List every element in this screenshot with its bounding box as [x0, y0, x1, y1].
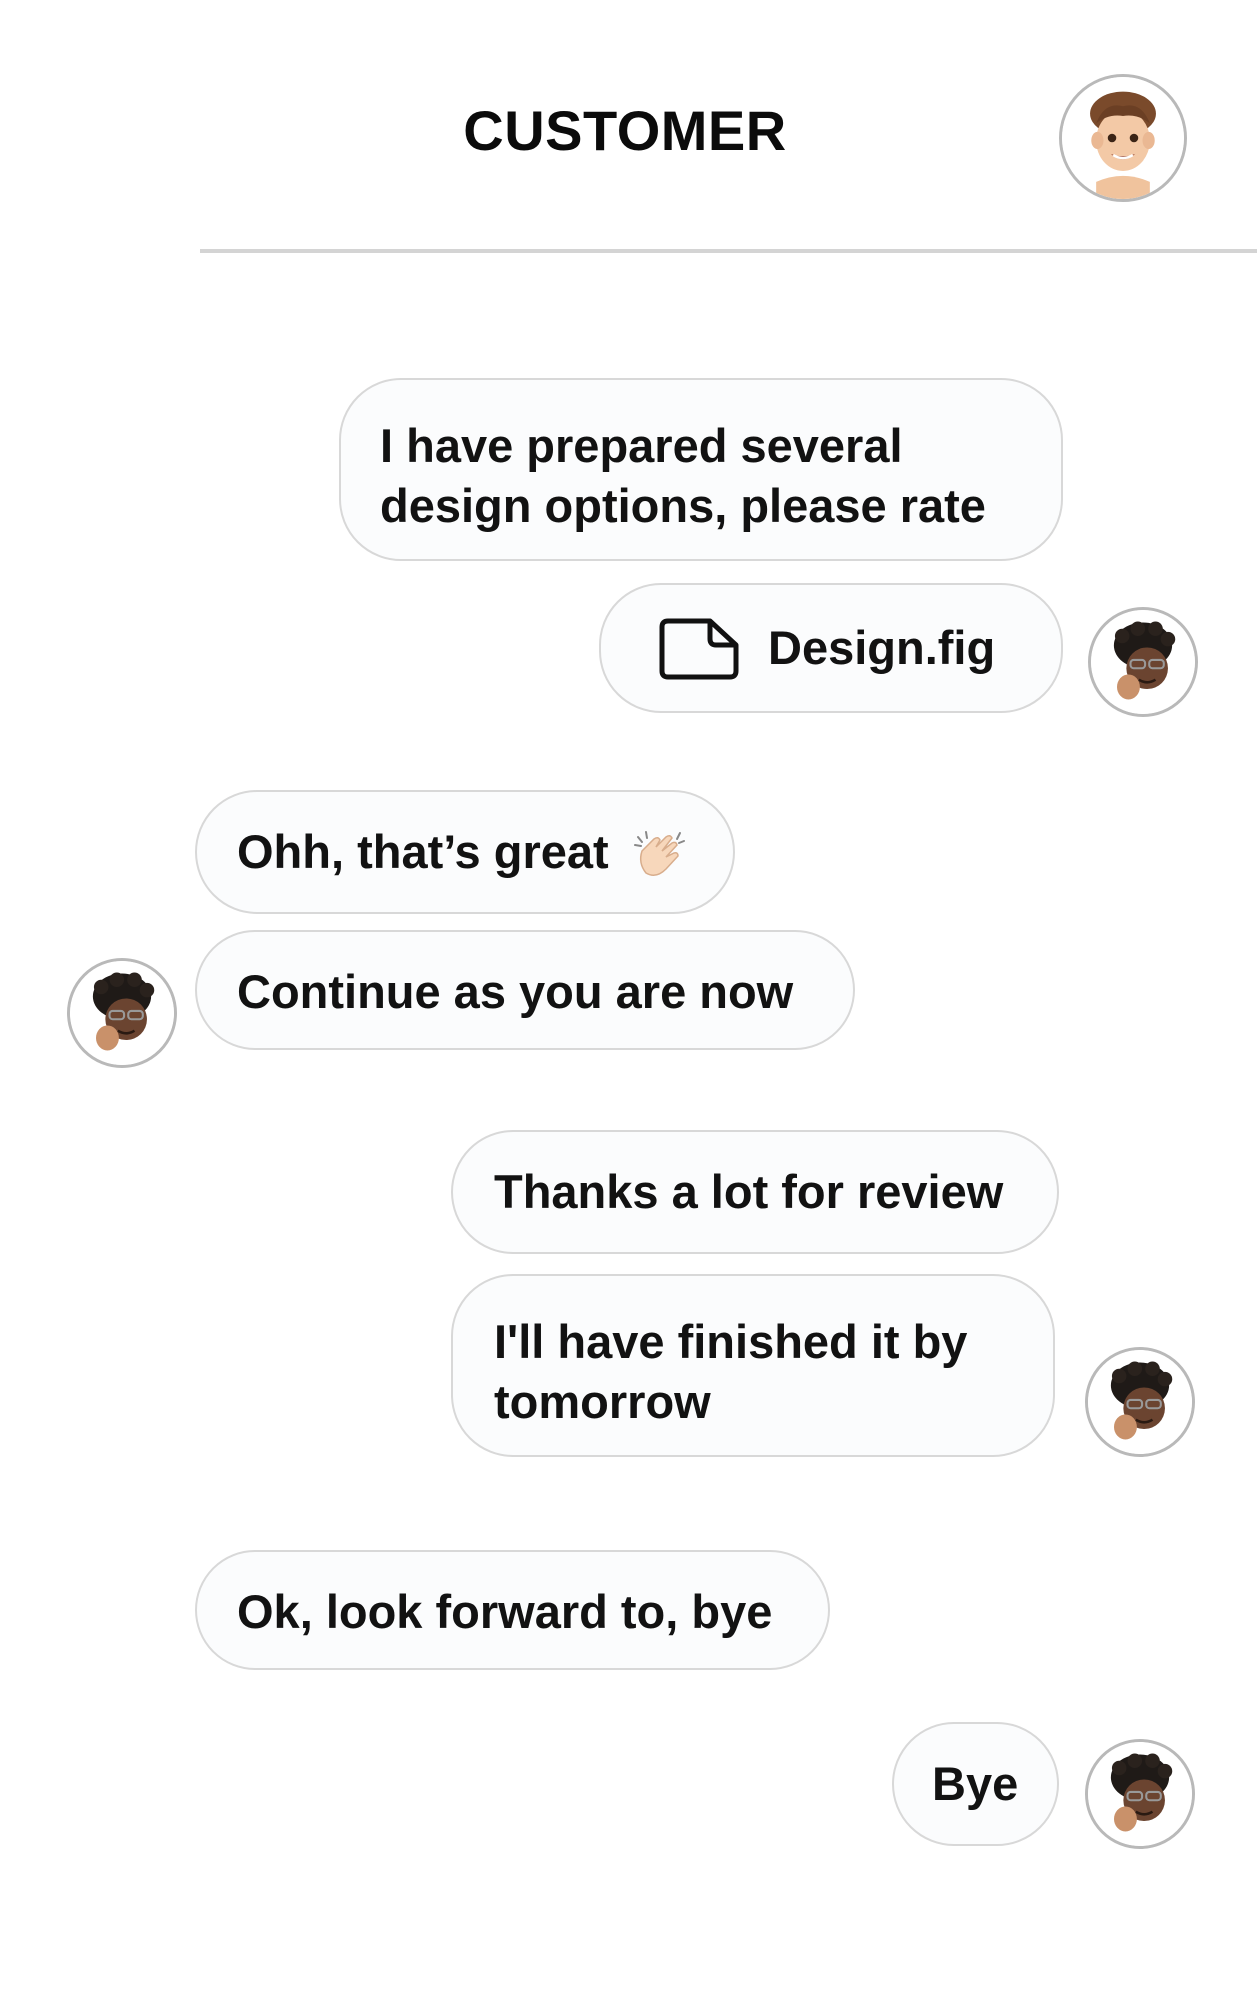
file-icon: [658, 615, 742, 681]
customer-chat-avatar[interactable]: [67, 958, 177, 1068]
designer-avatar[interactable]: [1088, 607, 1198, 717]
message-text: design options, please rate: [380, 479, 986, 532]
designer-avatar[interactable]: [1085, 1347, 1195, 1457]
message-bubble: Ohh, that’s great: [195, 790, 735, 914]
message-bubble: I'll have finished it by tomorrow: [451, 1274, 1055, 1457]
designer-avatar[interactable]: [1085, 1739, 1195, 1849]
message-bubble: Ok, look forward to, bye: [195, 1550, 830, 1670]
designer-memoji-icon: [1091, 610, 1195, 714]
message-text: I'll have finished it by: [494, 1315, 968, 1368]
message-text: Ohh, that’s great: [237, 825, 609, 878]
message-text: Continue as you are now: [237, 965, 794, 1018]
message-bubble: Bye: [892, 1722, 1059, 1846]
message-text: tomorrow: [494, 1375, 711, 1428]
clapping-hands-icon: [633, 830, 685, 876]
header-divider: [200, 249, 1257, 253]
file-name: Design.fig: [768, 621, 996, 674]
message-bubble: Continue as you are now: [195, 930, 855, 1050]
file-attachment[interactable]: Design.fig: [599, 583, 1063, 713]
designer-memoji-icon: [70, 961, 174, 1065]
message-text: Ok, look forward to, bye: [237, 1585, 773, 1638]
designer-memoji-icon: [1088, 1350, 1192, 1454]
message-text: I have prepared several: [380, 419, 903, 472]
designer-memoji-icon: [1088, 1742, 1192, 1846]
customer-memoji-icon: [1062, 77, 1184, 199]
message-bubble: I have prepared several design options, …: [339, 378, 1063, 561]
message-text: Bye: [932, 1757, 1019, 1810]
customer-avatar[interactable]: [1059, 74, 1187, 202]
message-bubble: Thanks a lot for review: [451, 1130, 1059, 1254]
message-text: Thanks a lot for review: [494, 1165, 1004, 1218]
